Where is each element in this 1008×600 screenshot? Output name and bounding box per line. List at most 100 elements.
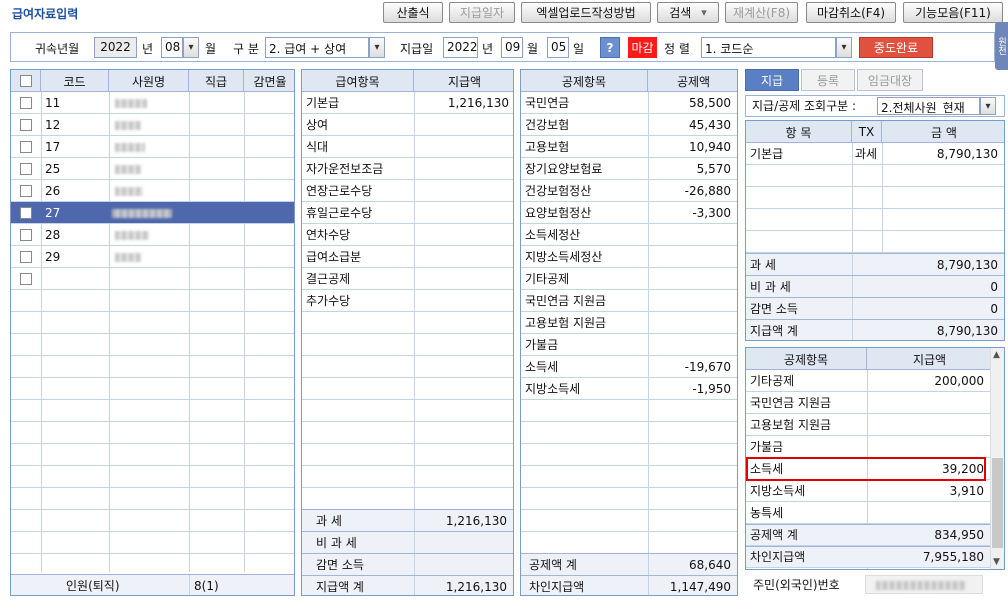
employee-grid: 코드 사원명 직급 감면율 11 12 17 25 26 27 28 29 인원(퇴직) 8(… [10,69,295,596]
close-cancel-button[interactable]: 마감취소(F4) [806,2,896,23]
summary-value: 68,640 [689,558,731,572]
row-divider [302,135,513,136]
tab-payment[interactable]: 지급 [745,69,799,91]
row-checkbox[interactable] [20,207,32,219]
item-name: 국민연금 지원금 [525,294,607,308]
features-button[interactable]: 기능모음(F11) [903,2,1003,23]
item-amount[interactable]: -26,880 [685,184,731,198]
help-icon[interactable]: ? [600,37,620,58]
employee-code[interactable]: 25 [45,162,60,176]
item-amount[interactable]: -19,670 [685,360,731,374]
item-amount[interactable]: 5,570 [697,162,731,176]
summary-value: 8,790,130 [936,258,998,272]
col-item: 항 목 [746,121,852,143]
employee-code[interactable]: 29 [45,250,60,264]
row-divider [11,289,294,290]
col-ded-summary-item: 공제항목 [746,348,867,370]
item-amount[interactable]: 1,216,130 [448,96,509,110]
row-divider [11,399,294,400]
paydate-button[interactable]: 지급일자 [449,2,515,23]
scroll-thumb[interactable] [992,458,1003,548]
item-name: 급여소급분 [306,250,362,264]
employee-code[interactable]: 26 [45,184,60,198]
row-checkbox[interactable] [20,185,32,197]
pay-summary-header: 항 목 TX 금 액 [746,121,1004,143]
excel-upload-guide-button[interactable]: 엑셀업로드작성방법 [521,2,651,23]
col-name[interactable]: 사원명 [109,70,189,92]
summary-divider [852,320,853,340]
summary-row: 과 세 1,216,130 [302,509,513,531]
type-select[interactable]: 2. 급여 + 상여 [265,37,369,58]
employee-code[interactable]: 17 [45,140,60,154]
col-rank[interactable]: 직급 [189,70,244,92]
ded-summary-name: 고용보험 지원금 [750,418,832,432]
resident-number-field[interactable] [865,575,983,594]
col-tx: TX [852,121,882,143]
ded-summary-amount[interactable]: 7,955,180 [923,550,984,564]
item-amount[interactable]: 45,430 [689,118,731,132]
column-divider [109,92,110,572]
deduction-scrollbar[interactable]: ▲ ▼ [990,348,1004,569]
belong-year-input[interactable]: 2022 [94,37,137,58]
recalc-button[interactable]: 재계산(F8) [725,2,798,23]
row-divider [11,179,294,180]
item-amount[interactable]: 8,790,130 [937,147,998,161]
row-divider [11,509,294,510]
masked-employee-name [115,253,141,262]
item-name: 소득세정산 [525,228,581,242]
row-divider [302,245,513,246]
sort-select[interactable]: 1. 코드순 [701,37,836,58]
tab-wage-ledger[interactable]: 임금대장 [857,69,923,91]
belong-month-input[interactable]: 08 [161,37,183,58]
sort-dropdown-icon[interactable]: ▾ [836,37,852,58]
row-checkbox[interactable] [20,163,32,175]
calc-formula-button[interactable]: 산출식 [383,2,443,23]
tab-register[interactable]: 등록 [801,69,855,91]
side-tab[interactable]: 원천 [995,22,1008,70]
select-all-checkbox[interactable] [19,75,32,87]
item-amount[interactable]: -3,300 [692,206,731,220]
scroll-down-icon[interactable]: ▼ [993,557,1000,567]
row-checkbox[interactable] [20,251,32,263]
item-amount[interactable]: 58,500 [689,96,731,110]
row-divider [302,311,513,312]
midway-complete-button[interactable]: 중도완료 [859,37,933,58]
payroll-entry-window: 급여자료입력 산출식 지급일자 엑셀업로드작성방법 검색 ▾ 재계산(F8) 마감… [0,0,1008,600]
summary-label: 감면 소득 [750,302,798,316]
search-dropdown-button[interactable]: 검색 ▾ [657,2,719,23]
row-checkbox[interactable] [20,273,32,285]
pay-month-unit: 월 [527,42,539,56]
pay-day-input[interactable]: 05 [547,37,569,58]
item-amount[interactable]: 10,940 [689,140,731,154]
ded-summary-amount[interactable]: 200,000 [934,374,984,388]
pay-items-grid: 급여항목 지급액 기본급 1,216,130 상여 식대 자가운전보조금 연장근로수당 휴일… [301,69,514,596]
column-divider [244,92,245,572]
scroll-up-icon[interactable]: ▲ [993,350,1000,360]
row-checkbox[interactable] [20,141,32,153]
row-checkbox[interactable] [20,229,32,241]
item-name: 식대 [306,140,329,154]
type-dropdown-icon[interactable]: ▾ [369,37,385,58]
month-dropdown-icon[interactable]: ▾ [183,37,199,58]
query-select[interactable]: 2.전체사원_현재 [877,97,980,115]
employee-code[interactable]: 27 [45,206,60,220]
row-checkbox[interactable] [20,119,32,131]
summary-row: 지급액 계 1,216,130 [302,575,513,595]
row-checkbox[interactable] [20,97,32,109]
employee-code[interactable]: 12 [45,118,60,132]
summary-value: 0 [990,302,998,316]
employee-code[interactable]: 11 [45,96,60,110]
employee-code[interactable]: 28 [45,228,60,242]
footer-divider [189,575,190,595]
col-reduction[interactable]: 감면율 [244,70,294,92]
headcount-label: 인원(퇴직) [66,579,120,593]
pay-month-input[interactable]: 09 [501,37,523,58]
item-name: 연차수당 [306,228,351,242]
ded-summary-amount[interactable]: 3,910 [950,484,984,498]
col-code[interactable]: 코드 [41,70,109,92]
query-dropdown-icon[interactable]: ▾ [980,97,996,115]
row-divider [11,443,294,444]
ded-summary-amount[interactable]: 834,950 [934,528,984,542]
pay-year-input[interactable]: 2022 [443,37,478,58]
item-amount[interactable]: -1,950 [692,382,731,396]
